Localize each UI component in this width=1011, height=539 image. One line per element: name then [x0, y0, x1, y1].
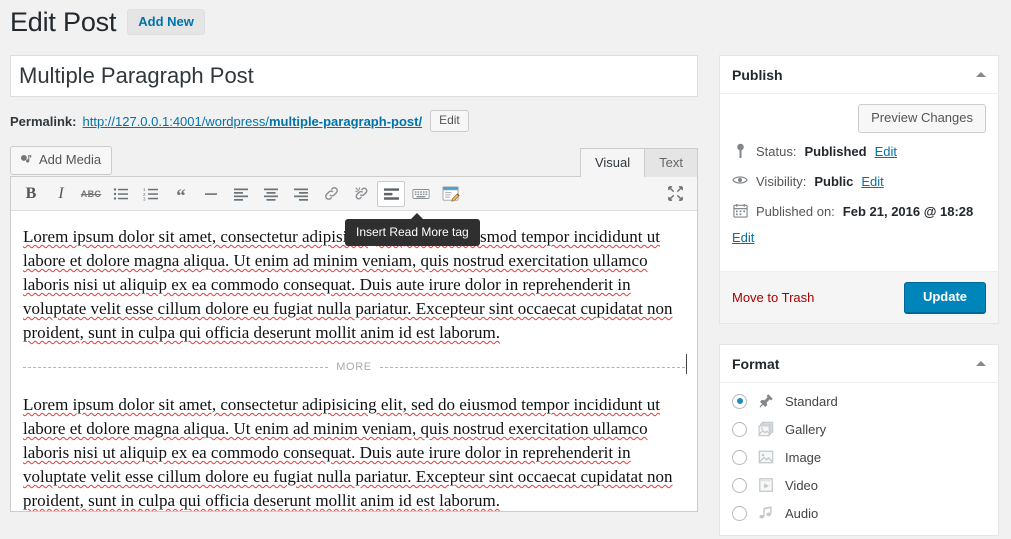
radio-standard[interactable]	[732, 393, 747, 409]
editor-mode-tabs: Visual Text	[579, 148, 698, 178]
preview-row: Preview Changes	[732, 104, 986, 133]
bold-button[interactable]: B	[17, 181, 45, 207]
format-option-audio[interactable]: Audio	[732, 505, 986, 521]
format-option-video[interactable]: Video	[732, 477, 986, 493]
permalink-row: Permalink: http://127.0.0.1:4001/wordpre…	[10, 108, 698, 134]
tab-text[interactable]: Text	[644, 148, 698, 178]
radio-audio[interactable]	[732, 505, 747, 521]
permalink-slug: multiple-paragraph-post/	[268, 113, 423, 129]
media-and-tabs-row: Add Media Visual Text	[10, 146, 698, 178]
more-label: MORE	[336, 361, 372, 373]
keyboard-shortcuts-button[interactable]	[407, 181, 435, 207]
text-cursor	[686, 354, 687, 374]
publish-panel-title: Publish	[732, 66, 783, 83]
add-new-button[interactable]: Add New	[127, 9, 205, 35]
format-panel-header: Format	[720, 345, 998, 383]
italic-button[interactable]: I	[47, 181, 75, 207]
unlink-icon[interactable]	[347, 181, 375, 207]
audio-icon	[757, 505, 775, 521]
media-icon	[19, 153, 33, 167]
status-edit-link[interactable]: Edit	[875, 143, 897, 161]
radio-image[interactable]	[732, 449, 747, 465]
pin-icon	[757, 393, 775, 409]
page-header: Edit Post Add New	[10, 6, 205, 38]
video-icon	[757, 477, 775, 493]
visibility-row: Visibility: Public Edit	[732, 173, 986, 191]
gallery-icon	[757, 421, 775, 437]
align-left-button[interactable]	[227, 181, 255, 207]
publish-panel: Publish Preview Changes Status: Publishe…	[719, 55, 999, 324]
radio-video[interactable]	[732, 477, 747, 493]
permalink-edit-button[interactable]: Edit	[430, 110, 469, 132]
svg-text:3: 3	[143, 196, 146, 201]
tab-visual[interactable]: Visual	[579, 148, 646, 178]
visibility-value: Public	[814, 174, 854, 189]
format-label-gallery: Gallery	[785, 421, 827, 437]
align-right-button[interactable]	[287, 181, 315, 207]
divider-dash-right	[379, 366, 685, 368]
format-label-image: Image	[785, 449, 822, 465]
permalink-base: http://127.0.0.1:4001/wordpress/	[82, 113, 269, 129]
format-panel-body: Standard Gallery Image Video Audio	[720, 383, 998, 535]
add-media-label: Add Media	[39, 152, 102, 167]
chevron-up-icon[interactable]	[976, 72, 986, 77]
radio-gallery[interactable]	[732, 421, 747, 437]
eye-icon	[732, 173, 748, 187]
editor-column: Permalink: http://127.0.0.1:4001/wordpre…	[10, 55, 698, 512]
strikethrough-button[interactable]: ABC	[77, 181, 105, 207]
align-center-button[interactable]	[257, 181, 285, 207]
format-option-standard[interactable]: Standard	[732, 393, 986, 409]
read-more-divider: MORE	[23, 354, 687, 374]
publish-panel-body: Preview Changes Status: Published Edit V…	[720, 94, 998, 271]
divider-dash-left	[23, 366, 329, 368]
permalink-link[interactable]: http://127.0.0.1:4001/wordpress/multiple…	[82, 114, 422, 129]
sidebar: Publish Preview Changes Status: Publishe…	[719, 55, 999, 539]
format-label-audio: Audio	[785, 505, 819, 521]
published-edit-link[interactable]: Edit	[732, 229, 986, 247]
post-title-input[interactable]	[10, 55, 698, 97]
post-status-icon	[732, 143, 748, 159]
toolbar-tooltip: Insert Read More tag	[345, 213, 480, 246]
format-label-standard: Standard	[785, 393, 838, 409]
post-content-area[interactable]: Lorem ipsum dolor sit amet, consectetur …	[11, 211, 697, 511]
visibility-label: Visibility:	[756, 174, 807, 189]
page-title: Edit Post	[10, 7, 117, 37]
blockquote-button[interactable]: “	[167, 181, 195, 207]
editor-toolbar: B I ABC 1 2 3 “	[11, 177, 697, 211]
preview-changes-button[interactable]: Preview Changes	[858, 104, 986, 133]
numbered-list-button[interactable]: 1 2 3	[137, 181, 165, 207]
status-value: Published	[804, 144, 867, 159]
horizontal-rule-button[interactable]	[197, 181, 225, 207]
format-panel: Format Standard Gallery Image Video Audi…	[719, 344, 999, 536]
format-option-image[interactable]: Image	[732, 449, 986, 465]
update-button[interactable]: Update	[903, 282, 986, 313]
edit-document-icon[interactable]	[437, 181, 465, 207]
chevron-up-icon[interactable]	[976, 361, 986, 366]
content-paragraph-2: Lorem ipsum dolor sit amet, consectetur …	[23, 395, 673, 510]
move-to-trash-link[interactable]: Move to Trash	[732, 290, 814, 305]
published-label: Published on:	[756, 204, 835, 219]
image-icon	[757, 449, 775, 465]
format-option-gallery[interactable]: Gallery	[732, 421, 986, 437]
insert-read-more-button[interactable]	[377, 180, 405, 207]
published-value: Feb 21, 2016 @ 18:28	[842, 204, 974, 219]
permalink-label: Permalink:	[10, 113, 77, 129]
status-label: Status:	[756, 144, 797, 159]
status-row: Status: Published Edit	[732, 143, 986, 161]
visibility-edit-link[interactable]: Edit	[861, 173, 883, 191]
published-on-row: Published on: Feb 21, 2016 @ 18:28 Edit	[732, 203, 986, 247]
calendar-icon	[732, 203, 748, 218]
publish-panel-footer: Move to Trash Update	[720, 271, 998, 323]
link-icon[interactable]	[317, 181, 345, 207]
add-media-button[interactable]: Add Media	[10, 146, 113, 175]
format-panel-title: Format	[732, 355, 780, 372]
publish-panel-header: Publish	[720, 56, 998, 94]
bullet-list-button[interactable]	[107, 181, 135, 207]
format-label-video: Video	[785, 477, 819, 493]
distraction-free-button[interactable]	[661, 181, 689, 207]
